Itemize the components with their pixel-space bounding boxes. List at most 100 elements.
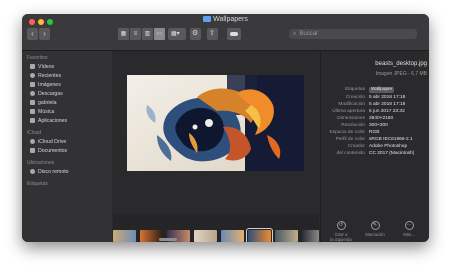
metadata-value: 5 abr 2018 17:18	[369, 102, 406, 107]
thumbnail[interactable]	[113, 230, 136, 242]
document-icon	[30, 148, 35, 153]
action-button[interactable]: ⚙	[190, 28, 201, 40]
markup-icon: ✎	[370, 221, 380, 230]
gallery-icon: ▭	[156, 31, 163, 37]
title-bar: Wallpapers ‹ › ▦ ≡ ▥ ▭ ▦▾ ⚙ ⇧ ⌕ Buscar	[22, 14, 429, 51]
sidebar-item-label: Vídeos	[38, 64, 55, 70]
cloud-icon	[30, 139, 35, 144]
sidebar-item-home[interactable]: gabriela	[30, 100, 56, 106]
metadata-key: del contenido	[336, 151, 365, 156]
window-title-text: Wallpapers	[213, 16, 248, 23]
view-mode-group: ▦ ≡ ▥ ▭	[118, 28, 165, 40]
forward-button[interactable]: ›	[39, 28, 50, 40]
sidebar-section-icloud: iCloud	[27, 130, 42, 136]
music-note-icon	[30, 109, 35, 114]
sidebar-section-tags: Etiquetas	[27, 181, 48, 187]
metadata-key: Espacio de color	[329, 130, 365, 135]
grid-icon: ▦	[120, 31, 127, 37]
sidebar-item-applications[interactable]: Aplicaciones	[30, 118, 67, 124]
metadata-value: 300×300	[369, 123, 388, 128]
chevron-right-icon: ›	[43, 29, 46, 38]
sidebar-section-favorites: Favoritos	[27, 55, 48, 61]
back-button[interactable]: ‹	[27, 28, 38, 40]
list-icon: ≡	[133, 31, 138, 37]
wallpaper-artwork	[127, 75, 304, 171]
film-icon	[30, 64, 35, 69]
rotate-left-button[interactable]: ↺ Girar a la izquierda	[323, 221, 359, 242]
thumbnail[interactable]	[194, 230, 217, 242]
window-title: Wallpapers	[22, 16, 429, 23]
clock-icon	[30, 73, 35, 78]
thumbnail-selected[interactable]	[246, 228, 273, 242]
scroll-handle[interactable]	[159, 238, 177, 241]
group-button[interactable]: ▦▾	[168, 28, 186, 40]
rotate-left-icon: ↺	[336, 221, 346, 230]
sidebar-item-recents[interactable]: Recientes	[30, 73, 61, 79]
thumbnail[interactable]	[221, 230, 244, 242]
sidebar: Favoritos Vídeos Recientes Imágenes Desc…	[22, 51, 112, 242]
folder-icon	[203, 16, 212, 22]
thumbnail[interactable]	[275, 230, 298, 242]
sidebar-item-label: Disco remoto	[38, 169, 69, 175]
metadata-value: 5 abr 2018 17:18	[369, 95, 406, 100]
list-view-button[interactable]: ≡	[130, 28, 141, 40]
sidebar-item-icloud-drive[interactable]: iCloud Drive	[30, 139, 66, 145]
search-field[interactable]: ⌕ Buscar	[289, 29, 417, 39]
metadata-value: RGB	[369, 130, 380, 135]
metadata-key: Creación	[345, 95, 365, 100]
sidebar-item-label: Imágenes	[38, 82, 61, 88]
more-button[interactable]: ⋯ Más...	[391, 221, 427, 237]
columns-icon: ▥	[144, 31, 151, 37]
sidebar-item-label: Música	[38, 109, 55, 115]
sidebar-item-videos[interactable]: Vídeos	[30, 64, 54, 70]
thumbnail-strip	[113, 214, 319, 242]
share-button[interactable]: ⇧	[207, 28, 218, 40]
metadata-value: CC 2017 (Macintosh)	[369, 151, 415, 156]
disc-icon	[30, 169, 35, 174]
metadata-key: Modificación	[338, 102, 365, 107]
metadata-value: Adobe Photoshop	[369, 144, 408, 149]
info-panel: beasts_desktop.jpg Imagen JPEG - 6,7 MB …	[320, 51, 429, 242]
sidebar-item-music[interactable]: Música	[30, 109, 54, 115]
sidebar-item-label: gabriela	[38, 100, 57, 106]
sidebar-item-images[interactable]: Imágenes	[30, 82, 61, 88]
applications-icon	[30, 118, 35, 123]
markup-button[interactable]: ✎ Marcación	[357, 221, 393, 237]
more-icon: ⋯	[404, 221, 414, 230]
home-icon	[30, 100, 35, 105]
tag-icon	[230, 32, 238, 36]
sidebar-item-remote-disc[interactable]: Disco remoto	[30, 169, 69, 175]
gallery-view-button[interactable]: ▭	[154, 28, 165, 40]
sidebar-item-documents[interactable]: Documentos	[30, 148, 67, 154]
gear-icon: ⚙	[192, 30, 199, 37]
sidebar-item-label: Recientes	[38, 73, 62, 79]
thumbnail[interactable]	[302, 230, 319, 242]
tags-button[interactable]	[227, 28, 241, 40]
icon-view-button[interactable]: ▦	[118, 28, 129, 40]
sidebar-item-label: Documentos	[38, 148, 68, 154]
sidebar-item-downloads[interactable]: Descargas	[30, 91, 63, 97]
download-icon	[30, 91, 35, 96]
metadata-key: Dimensiones	[337, 116, 365, 121]
metadata-key: Creador	[347, 144, 365, 149]
chevron-left-icon: ‹	[31, 29, 34, 38]
metadata-value: 5 jun 2017 23:32	[369, 109, 405, 114]
action-label: la izquierda	[330, 237, 352, 242]
sidebar-item-label: Aplicaciones	[38, 118, 68, 124]
tag-chip[interactable]: Wallpaper	[369, 87, 395, 93]
metadata-key: Resolución	[341, 123, 365, 128]
search-icon: ⌕	[293, 31, 297, 37]
metadata-key: Perfil de color	[335, 137, 365, 142]
file-name: beasts_desktop.jpg	[375, 61, 427, 67]
metadata-key: Última apertura	[332, 109, 365, 114]
share-icon: ⇧	[209, 30, 215, 37]
search-placeholder: Buscar	[299, 31, 319, 37]
column-view-button[interactable]: ▥	[142, 28, 153, 40]
metadata-key: Etiquetas	[344, 87, 365, 92]
metadata-value: 3840×2160	[369, 116, 394, 121]
photo-icon	[30, 82, 35, 87]
sidebar-section-locations: Ubicaciones	[27, 160, 55, 166]
sidebar-item-label: iCloud Drive	[38, 139, 67, 145]
action-label: Más...	[403, 232, 415, 237]
image-preview[interactable]	[127, 75, 304, 171]
